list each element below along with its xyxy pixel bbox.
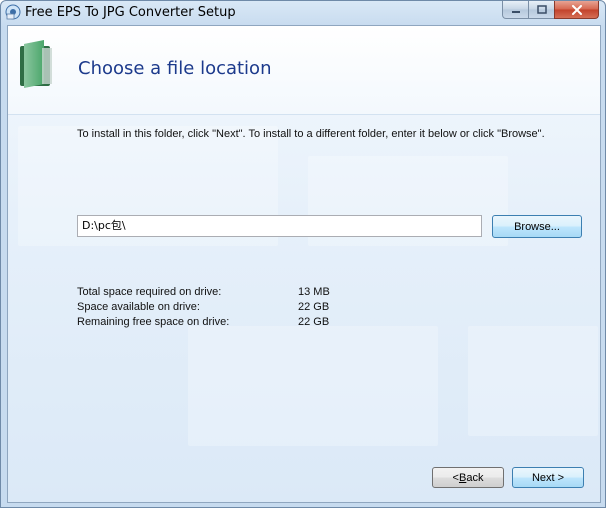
- next-button[interactable]: Next >: [512, 467, 584, 488]
- background-decoration: [468, 326, 598, 436]
- space-required-value: 13 MB: [298, 286, 330, 298]
- maximize-button[interactable]: [528, 1, 555, 19]
- minimize-button[interactable]: [502, 1, 529, 19]
- back-button-rest: ack: [466, 471, 484, 484]
- back-button[interactable]: < Back: [432, 467, 504, 488]
- space-remaining-label: Remaining free space on drive:: [77, 316, 230, 328]
- installer-window: Free EPS To JPG Converter Setup Choose a…: [0, 0, 606, 508]
- space-available-value: 22 GB: [298, 301, 330, 313]
- install-path-input[interactable]: D:\pc包\: [77, 215, 482, 237]
- setup-page: Choose a file location To install in thi…: [7, 25, 601, 503]
- close-icon: [571, 4, 582, 15]
- back-button-mnemonic: B: [458, 471, 467, 484]
- space-available-label: Space available on drive:: [77, 301, 200, 313]
- space-required-label: Total space required on drive:: [77, 286, 222, 298]
- page-header: Choose a file location: [8, 26, 600, 115]
- page-title: Choose a file location: [78, 58, 272, 79]
- folder-icon: [20, 40, 52, 88]
- space-remaining-value: 22 GB: [298, 316, 330, 328]
- minimize-icon: [511, 10, 520, 13]
- window-title: Free EPS To JPG Converter Setup: [25, 5, 236, 20]
- installer-icon: [5, 4, 21, 20]
- close-button[interactable]: [554, 1, 599, 19]
- maximize-icon: [536, 5, 547, 14]
- browse-button[interactable]: Browse...: [492, 215, 582, 238]
- instruction-text: To install in this folder, click "Next".…: [77, 128, 545, 140]
- title-bar[interactable]: Free EPS To JPG Converter Setup: [1, 1, 605, 25]
- background-decoration: [188, 326, 438, 446]
